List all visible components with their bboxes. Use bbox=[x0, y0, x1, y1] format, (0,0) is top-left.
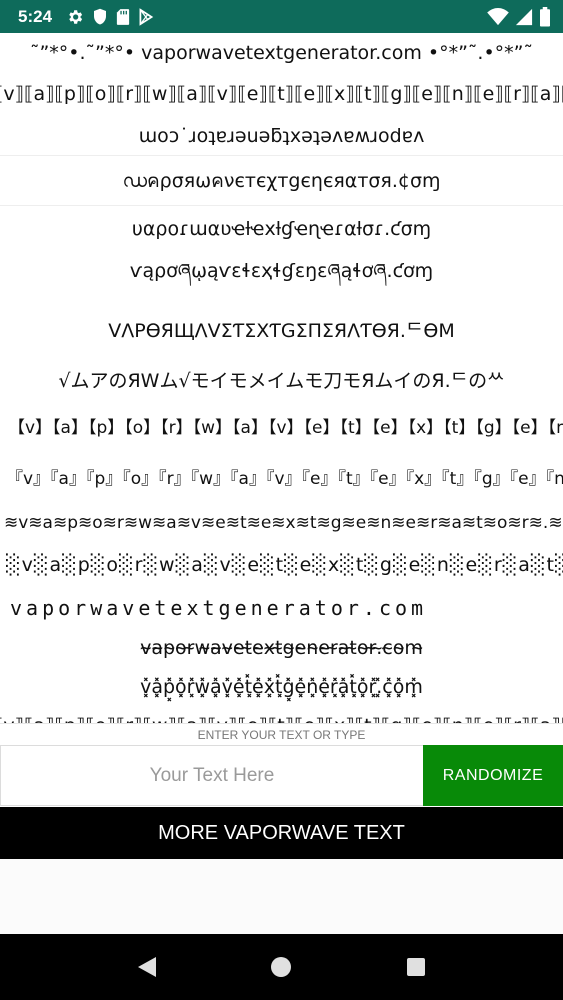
generated-text: υαροɾɯαʋҽƚҽxƚɠҽɳҽɾαƚσɾ.ƈσɱ bbox=[131, 218, 432, 240]
randomize-button[interactable]: RANDOMIZE bbox=[423, 745, 563, 806]
generated-text: ≋v≋a≋p≋o≋r≋w≋a≋v≋e≋t≋e≋x≋t≋g≋e≋n≋e≋r≋a≋t… bbox=[4, 513, 563, 533]
generated-text: v̴a̴p̴o̴r̴w̴a̴v̴e̴t̴e̴x̴t̴g̴e̴n̴e̴r̴a̴t̴… bbox=[140, 637, 423, 659]
status-time: 5:24 bbox=[18, 6, 53, 26]
generated-text: ഡคρσяωคνєтєχтgєηєяαтσя.¢σɱ bbox=[122, 169, 441, 192]
generated-text: ˜”*°•.˜”*°• vaporwavetextgenerator.com •… bbox=[29, 41, 534, 64]
list-item[interactable]: v̴a̴p̴o̴r̴w̴a̴v̴e̴t̴e̴x̴t̴g̴e̴n̴e̴r̴a̴t̴… bbox=[0, 630, 563, 666]
gear-icon bbox=[66, 8, 84, 26]
list-item[interactable]: ⟦v⟧⟦a⟧⟦p⟧⟦o⟧⟦r⟧⟦w⟧⟦a⟧⟦v⟧⟦e⟧⟦t⟧⟦e⟧⟦x⟧⟦t⟧⟦… bbox=[0, 708, 563, 724]
input-label: ENTER YOUR TEXT OR TYPE bbox=[0, 723, 563, 745]
list-item[interactable]: ˜”*°•.˜”*°• vaporwavetextgenerator.com •… bbox=[0, 33, 563, 72]
generated-text: 『v』『a』『p』『o』『r』『w』『a』『v』『e』『t』『e』『x』『t』『… bbox=[6, 468, 563, 489]
ad-area bbox=[0, 859, 563, 934]
generated-text: 【v】【a】【p】【o】【r】【w】【a】【v】【e】【t】【e】【x】【t】【… bbox=[8, 417, 563, 438]
generated-text: √ムアのЯWム√モイモメイムモ刀モЯムイのЯ.ᄃのᄊ bbox=[58, 369, 505, 392]
list-item[interactable]: √ムアのЯWム√モイモメイムモ刀モЯムイのЯ.ᄃのᄊ bbox=[0, 358, 563, 400]
generated-text: ░v░a░p░o░r░w░a░v░e░t░e░x░t░g░e░n░e░r░a░t… bbox=[6, 554, 563, 576]
home-icon[interactable] bbox=[261, 947, 301, 987]
generated-text-list[interactable]: ˜”*°•.˜”*°• vaporwavetextgenerator.com •… bbox=[0, 33, 563, 723]
list-item[interactable]: ⟦v⟧⟦a⟧⟦p⟧⟦o⟧⟦r⟧⟦w⟧⟦a⟧⟦v⟧⟦e⟧⟦t⟧⟦e⟧⟦x⟧⟦t⟧⟦… bbox=[0, 72, 563, 116]
generated-text: ѵąρơཞῳąѵɛɬɛҳɬɠɛŋɛཞąɬơཞ.ƈơɱ bbox=[129, 260, 434, 282]
generated-text: v͓̽a͓̽p͓̽o͓̽r͓̽w͓̽a͓̽v͓̽e͓̽t͓̽e͓̽x͓̽t͓̽g… bbox=[140, 676, 423, 698]
list-item[interactable]: ≋v≋a≋p≋o≋r≋w≋a≋v≋e≋t≋e≋x≋t≋g≋e≋n≋e≋r≋a≋t… bbox=[0, 502, 563, 544]
back-icon[interactable] bbox=[127, 947, 167, 987]
battery-icon bbox=[539, 6, 551, 27]
recents-icon[interactable] bbox=[396, 947, 436, 987]
generated-text: VΛPӨЯЩΛVΣƬΣXƬGΣПΣЯΛƬӨЯ.ᄃӨM bbox=[108, 319, 455, 342]
notification-icons bbox=[66, 7, 154, 26]
generated-text: ⟦v⟧⟦a⟧⟦p⟧⟦o⟧⟦r⟧⟦w⟧⟦a⟧⟦v⟧⟦e⟧⟦t⟧⟦e⟧⟦x⟧⟦t⟧⟦… bbox=[0, 83, 563, 105]
play-store-icon bbox=[138, 7, 154, 26]
list-item[interactable]: ░v░a░p░o░r░w░a░v░e░t░e░x░t░g░e░n░e░r░a░t… bbox=[0, 544, 563, 586]
system-icons bbox=[487, 6, 551, 27]
text-input[interactable] bbox=[0, 745, 423, 806]
wifi-icon bbox=[487, 7, 509, 26]
signal-icon bbox=[515, 8, 533, 26]
input-row: RANDOMIZE bbox=[0, 745, 563, 806]
generated-text: ⟦v⟧⟦a⟧⟦p⟧⟦o⟧⟦r⟧⟦w⟧⟦a⟧⟦v⟧⟦e⟧⟦t⟧⟦e⟧⟦x⟧⟦t⟧⟦… bbox=[0, 715, 563, 724]
list-item[interactable]: υαροɾɯαʋҽƚҽxƚɠҽɳҽɾαƚσɾ.ƈσɱ bbox=[0, 206, 563, 252]
list-item[interactable]: ഡคρσяωคνєтєχтgєηєяαтσя.¢σɱ bbox=[0, 156, 563, 206]
generated-text: vaporwavetextgenerator.com bbox=[10, 596, 428, 620]
list-item[interactable]: v͓̽a͓̽p͓̽o͓̽r͓̽w͓̽a͓̽v͓̽e͓̽t͓̽e͓̽x͓̽t͓̽g… bbox=[0, 666, 563, 708]
status-bar: 5:24 bbox=[0, 0, 563, 33]
more-vaporwave-text-button[interactable]: MORE VAPORWAVE TEXT bbox=[0, 807, 563, 859]
navigation-bar bbox=[0, 934, 563, 1000]
shield-icon bbox=[92, 8, 108, 26]
list-item[interactable]: ѵąρơཞῳąѵɛɬɛҳɬɠɛŋɛཞąɬơཞ.ƈơɱ bbox=[0, 252, 563, 300]
list-item[interactable]: 【v】【a】【p】【o】【r】【w】【a】【v】【e】【t】【e】【x】【t】【… bbox=[0, 400, 563, 450]
generated-text: ɯoɔ˙ɹoʇɐɹǝuǝƃʇxǝʇǝʌɐʍɹodɐʌ bbox=[138, 124, 425, 147]
sd-card-icon bbox=[116, 8, 130, 26]
list-item[interactable]: vaporwavetextgenerator.com bbox=[0, 586, 563, 630]
list-item[interactable]: ɯoɔ˙ɹoʇɐɹǝuǝƃʇxǝʇǝʌɐʍɹodɐʌ bbox=[0, 116, 563, 156]
list-item[interactable]: VΛPӨЯЩΛVΣƬΣXƬGΣПΣЯΛƬӨЯ.ᄃӨM bbox=[0, 300, 563, 358]
list-item[interactable]: 『v』『a』『p』『o』『r』『w』『a』『v』『e』『t』『e』『x』『t』『… bbox=[0, 450, 563, 502]
